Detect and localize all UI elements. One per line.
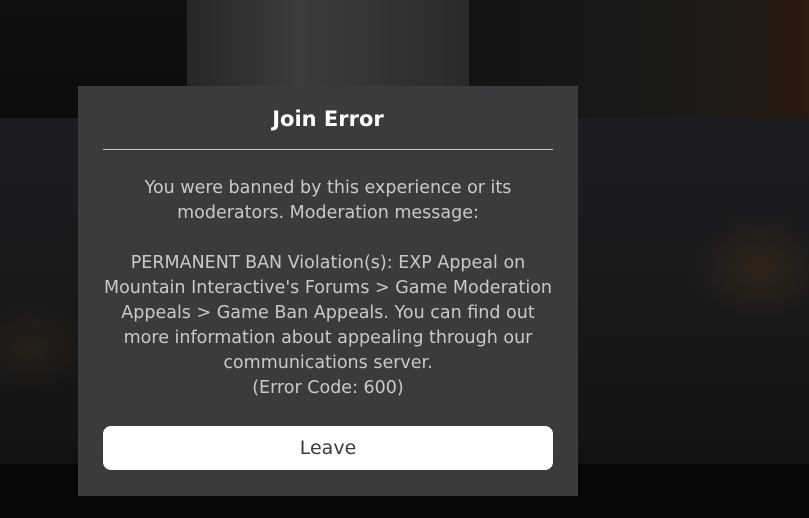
dialog-title: Join Error [272,107,384,131]
join-error-dialog: Join Error You were banned by this exper… [78,86,578,496]
moderation-message-text: PERMANENT BAN Violation(s): EXP Appeal o… [103,253,553,373]
game-screen: Join Error You were banned by this exper… [0,0,809,518]
title-divider [103,149,553,150]
error-code-text: (Error Code: 600) [252,378,404,398]
background-pillar [187,0,469,90]
error-message: You were banned by this experience or it… [100,176,556,401]
leave-button[interactable]: Leave [103,426,553,470]
ban-notice-text: You were banned by this experience or it… [144,178,512,223]
